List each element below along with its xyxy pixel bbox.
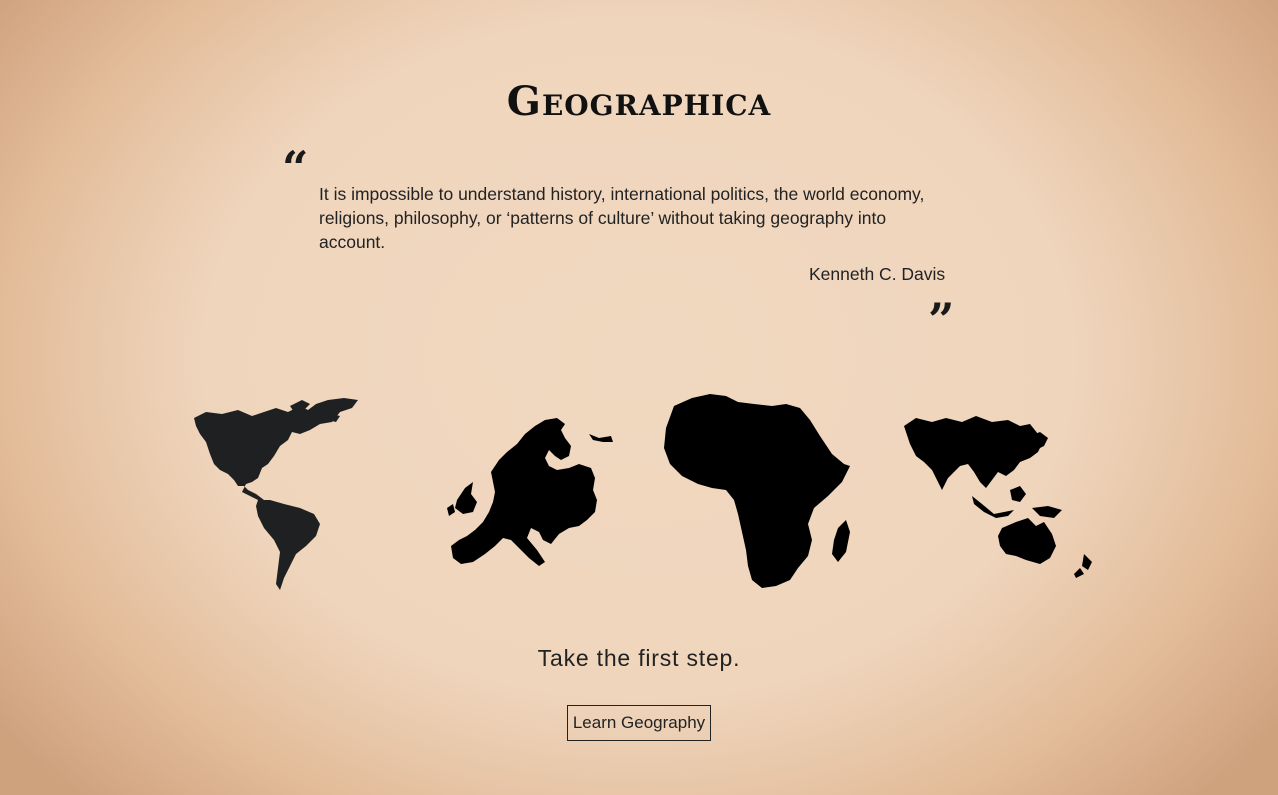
- asia-oceania-map[interactable]: [902, 414, 1094, 580]
- quote-author: Kenneth C. Davis: [809, 264, 946, 284]
- tagline: Take the first step.: [537, 645, 741, 671]
- asia-oceania-map-icon: [904, 416, 1092, 578]
- europe-map-icon: [447, 418, 613, 566]
- africa-map-icon: [664, 394, 850, 588]
- europe-map[interactable]: [445, 416, 617, 572]
- open-quote-mark: “: [282, 141, 309, 195]
- americas-map-icon: [194, 398, 358, 590]
- close-quote-mark: ”: [928, 293, 955, 347]
- site-title: Geographica: [506, 78, 772, 125]
- learn-geography-button[interactable]: Learn Geography: [567, 705, 711, 741]
- americas-map[interactable]: [192, 396, 362, 592]
- africa-map[interactable]: [662, 392, 854, 592]
- quote-text: It is impossible to understand history, …: [319, 184, 925, 252]
